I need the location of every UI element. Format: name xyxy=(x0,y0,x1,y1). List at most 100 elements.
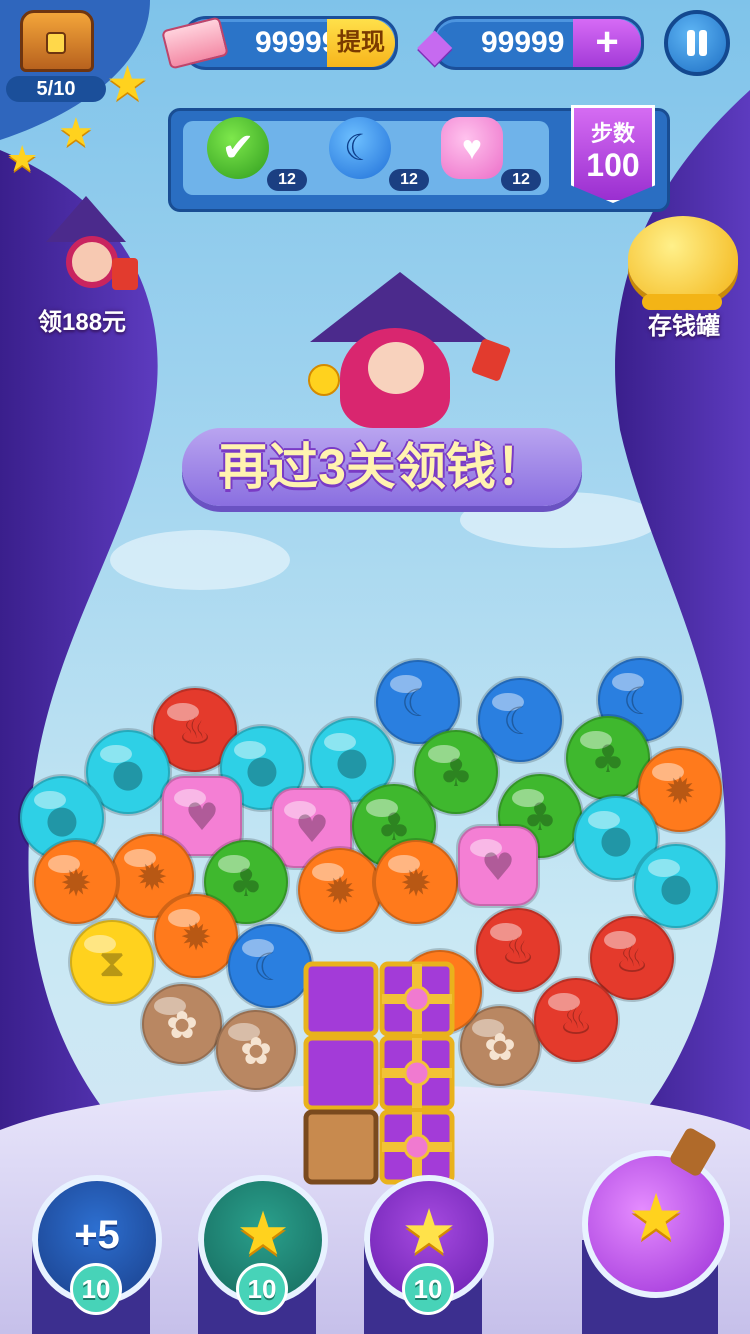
add-gems-button[interactable]: + xyxy=(573,19,641,67)
sun-icon: ✹ xyxy=(60,861,92,905)
blue-moon-candy-icon: ☾ xyxy=(329,117,391,179)
witch-face-icon xyxy=(368,342,424,394)
goal-count: 12 xyxy=(267,169,307,191)
moon-icon: ☾ xyxy=(503,699,537,743)
witch-avatar-icon xyxy=(46,196,126,242)
steps-label: 步数 xyxy=(590,121,635,146)
heart-icon: ♥ xyxy=(185,795,219,839)
wooden-crate-blocker xyxy=(303,1109,379,1185)
chest-progress: 5/10 xyxy=(6,76,106,102)
gem-counter: ◆ 99999 + xyxy=(417,16,644,70)
withdraw-button[interactable]: 提现 xyxy=(327,19,395,67)
level-reward-banner: 再过3关领钱！ xyxy=(182,428,582,506)
sun-icon: ✹ xyxy=(664,769,696,813)
moon-icon: ☾ xyxy=(623,679,657,723)
cash-counter: 99999 提现 xyxy=(161,16,398,70)
fire-icon: ♨ xyxy=(178,709,212,753)
hourglass-icon: ⧗ xyxy=(99,941,126,985)
paw-icon: ✿ xyxy=(240,1029,272,1073)
leaf-icon: ♣ xyxy=(439,751,473,795)
witch-face-icon xyxy=(66,236,118,288)
diamond-icon: ◆ xyxy=(417,18,453,70)
level-goals-panel: ✔ 12 ☾ 12 ♥ 12 步数 100 xyxy=(168,105,670,212)
candy-board[interactable]: ♨☾☾●●●☾♣♣●♥♥♣♣✹✹✹♣✹✹♥●●✹⧗☾♨♨✿✿✿♨✹ xyxy=(0,620,750,1200)
orange-candy[interactable]: ✹ xyxy=(296,846,384,934)
booster-count: 10 xyxy=(70,1263,122,1315)
star-icon: ★ xyxy=(106,58,150,111)
yellow-candy[interactable]: ⧗ xyxy=(68,918,156,1006)
magic-potion-button[interactable]: ★ xyxy=(582,1126,730,1298)
cash-value: 99999 xyxy=(255,26,339,59)
gold-coin-icon xyxy=(308,364,340,396)
leaf-icon: ♣ xyxy=(591,737,625,781)
star-icon: ★ xyxy=(6,138,39,179)
red-envelope-icon xyxy=(112,258,138,290)
piggy-bank-button[interactable]: 存钱罐 xyxy=(622,210,746,340)
orange-candy[interactable]: ✹ xyxy=(32,838,120,926)
fire-icon: ♨ xyxy=(615,937,649,981)
banner-text: 再过3关领钱！ xyxy=(218,439,546,495)
moon-icon: ☾ xyxy=(401,681,435,725)
cyan-candy[interactable]: ● xyxy=(632,842,720,930)
drop-icon: ● xyxy=(111,751,144,795)
sun-icon: ✹ xyxy=(136,855,168,899)
witch-reward-button[interactable]: 领188元 xyxy=(20,196,150,336)
goals-list: ✔ 12 ☾ 12 ♥ 12 xyxy=(183,117,549,195)
witch-character-image xyxy=(280,272,520,442)
goal-item: ✔ 12 xyxy=(207,117,317,197)
drop-icon: ● xyxy=(659,865,692,909)
booster-extra-moves-button[interactable]: +5 10 xyxy=(32,1175,162,1315)
hand-plus-icon: +5 xyxy=(74,1213,120,1257)
sun-icon: ✹ xyxy=(400,861,432,905)
blue-candy[interactable]: ☾ xyxy=(226,922,314,1010)
goal-count: 12 xyxy=(501,169,541,191)
treasure-chest-button[interactable] xyxy=(12,10,98,80)
piggy-bank-label: 存钱罐 xyxy=(648,313,720,340)
pause-button[interactable] xyxy=(664,10,730,76)
gift-box-blocker xyxy=(379,961,455,1037)
reward-188-label: 领188元 xyxy=(38,309,127,336)
fire-icon: ♨ xyxy=(559,999,593,1043)
sun-icon: ✹ xyxy=(324,869,356,913)
sun-icon: ✹ xyxy=(180,915,212,959)
gem-value: 99999 xyxy=(481,26,565,59)
moon-icon: ☾ xyxy=(253,945,287,989)
drop-icon: ● xyxy=(335,739,368,783)
paw-candy[interactable]: ✿ xyxy=(140,982,224,1066)
drop-icon: ● xyxy=(45,797,78,841)
gift-box-blocker xyxy=(379,1109,455,1185)
steps-value: 100 xyxy=(586,147,640,183)
heart-icon: ♥ xyxy=(481,845,515,889)
rainbow-star-icon: ★ xyxy=(236,1200,290,1267)
paw-icon: ✿ xyxy=(166,1003,198,1047)
piggy-bank-icon xyxy=(628,216,738,302)
drop-icon: ● xyxy=(245,747,278,791)
booster-count: 10 xyxy=(402,1263,454,1315)
leaf-icon: ♣ xyxy=(229,861,263,905)
red-candy[interactable]: ♨ xyxy=(532,976,620,1064)
star-icon: ★ xyxy=(58,111,94,155)
purple-crate-blocker xyxy=(303,1035,379,1111)
chest-lock-icon xyxy=(46,32,66,54)
goal-count: 12 xyxy=(389,169,429,191)
orange-candy[interactable]: ✹ xyxy=(152,892,240,980)
booster-star-wand-button[interactable]: ★ 10 xyxy=(364,1175,494,1315)
purple-crate-blocker xyxy=(303,961,379,1037)
star-wand-icon: ★ xyxy=(401,1198,457,1267)
red-candy[interactable]: ♨ xyxy=(474,906,562,994)
goal-item: ♥ 12 xyxy=(441,117,551,197)
paw-candy[interactable]: ✿ xyxy=(214,1008,298,1092)
paw-icon: ✿ xyxy=(484,1025,516,1069)
steps-badge: 步数 100 xyxy=(571,105,655,203)
orange-candy[interactable]: ✹ xyxy=(372,838,460,926)
pink-candy[interactable]: ♥ xyxy=(456,824,540,908)
fire-icon: ♨ xyxy=(501,929,535,973)
red-envelope-icon xyxy=(470,337,512,383)
booster-rainbow-button[interactable]: ★ 10 xyxy=(198,1175,328,1315)
drop-icon: ● xyxy=(599,817,632,861)
heart-icon: ♥ xyxy=(295,807,329,851)
green-check-candy-icon: ✔ xyxy=(207,117,269,179)
pink-heart-candy-icon: ♥ xyxy=(441,117,503,179)
gift-box-blocker xyxy=(379,1035,455,1111)
booster-count: 10 xyxy=(236,1263,288,1315)
